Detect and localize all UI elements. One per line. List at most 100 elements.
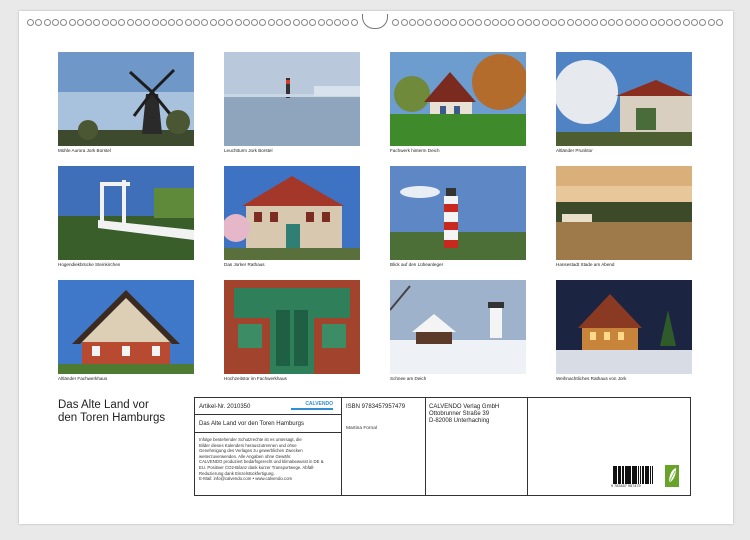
binding-hole (267, 19, 275, 26)
binding-hole (110, 19, 117, 26)
binding-hole (549, 19, 557, 26)
photo-stade-evening (556, 166, 692, 260)
binding-hole (483, 19, 491, 26)
product-title: Das Alte Land vor den Toren Hamburgs (199, 421, 304, 427)
binding-hole (433, 19, 441, 26)
binding-hole (350, 19, 358, 26)
photo-lighthouse-water (224, 52, 360, 146)
binding-hole (300, 19, 308, 26)
divider (195, 432, 341, 433)
barcode-bar (618, 466, 621, 484)
binding-hole (541, 19, 549, 26)
photo-caption: Altländer Prunktor (556, 148, 593, 153)
binding-hole (566, 19, 574, 26)
barcode-number: 9 783457 957479 (611, 484, 641, 488)
binding-hole (276, 19, 283, 26)
photo-christmas-town-hall (556, 280, 692, 374)
binding-hole (317, 19, 325, 26)
binding-hole (68, 19, 76, 26)
binding-hole (76, 19, 84, 26)
article-number: Artikel-Nr. 2010350 (199, 404, 251, 410)
binding-hole (608, 19, 615, 26)
product-info-panel: Artikel-Nr. 2010350 CALVENDO ... Das Alt… (194, 397, 691, 496)
disclaimer-line: E-Mail: info@calvendo.com • www.calvendo… (199, 476, 293, 482)
binding-hole (458, 19, 466, 26)
binding-hole (292, 19, 300, 26)
logo-brand: CALVENDO (305, 401, 333, 407)
photo-caption: Mühle Aurora Jork Borstel (58, 148, 111, 153)
binding-hole (691, 19, 698, 26)
photo-caption: Altländer Fachwerkhaus (58, 376, 108, 381)
binding-hole (466, 19, 474, 26)
barcode-bar (629, 466, 631, 484)
divider (527, 398, 528, 495)
publisher-line: Ottobrunner Straße 39 (429, 411, 490, 417)
photo-caption: Fachwerk hinterm Deich (390, 148, 440, 153)
binding-hole (525, 19, 532, 26)
disclaimer-line: EU. Positiver CO2-Bilanz dank kurzer Tra… (199, 464, 315, 470)
binding-hole (217, 19, 225, 26)
binding-hole (408, 19, 416, 26)
barcode-bar (651, 466, 653, 484)
divider (425, 398, 426, 495)
divider (195, 414, 341, 415)
photo-caption: Leuchtturm Jork Borstel (224, 148, 273, 153)
author: Martina Fornal (346, 426, 377, 431)
binding-hole (715, 19, 723, 26)
barcode-bar (642, 466, 644, 484)
binding-hole (624, 19, 632, 26)
disclaimer: Infolge bestehender Schutzrechte ist es … (199, 437, 324, 482)
binding-hole (707, 19, 715, 26)
calendar-title: Das Alte Land vor den Toren Hamburgs (58, 399, 165, 425)
photo-gate (556, 52, 692, 146)
binding-hole (234, 19, 242, 26)
binding-hole (193, 19, 200, 26)
binding-hole (442, 19, 449, 26)
binding-hole (126, 19, 134, 26)
barcode (613, 466, 653, 484)
photo-caption: Hogendiekbrücke Steinkirchen (58, 262, 121, 267)
binding-hole (242, 19, 250, 26)
binding-hole (400, 19, 408, 26)
binding-hole (51, 19, 59, 26)
photo-caption: Weihnachtliches Rathaus von Jork (556, 376, 627, 381)
photo-caption: Hansestadt Stade am Abend (556, 262, 615, 267)
barcode-bar (622, 466, 624, 484)
binding-hole (632, 19, 640, 26)
binding-hole (657, 19, 665, 26)
photo-caption: Das Jorker Rathaus (224, 262, 265, 267)
binding-hole (184, 19, 192, 26)
binding-hole (151, 19, 159, 26)
photo-timber-house-dike (390, 52, 526, 146)
photo-town-hall (224, 166, 360, 260)
binding-hole (491, 19, 499, 26)
barcode-bar (649, 466, 651, 484)
binding-hole (209, 19, 217, 26)
binding-hole (101, 19, 109, 26)
photo-lighthouse-red-white (390, 166, 526, 260)
binding-hole (159, 19, 167, 26)
binding-hole (682, 19, 690, 26)
binding-hole (27, 19, 34, 26)
photo-caption: Blick auf den Lüheanleger (390, 262, 444, 267)
calendar-title-line-1: Das Alte Land vor (58, 399, 149, 411)
binding-hole (574, 19, 582, 26)
binding-hole (325, 19, 333, 26)
binding-hole (43, 19, 51, 26)
isbn: ISBN 9783457957479 (346, 404, 406, 410)
binding-hole (134, 19, 142, 26)
photo-windmill (58, 52, 194, 146)
photo-caption: Schnee am Deich (390, 376, 427, 381)
photo-snow-dike (390, 280, 526, 374)
publisher-line: D-82008 Unterhaching (429, 418, 490, 424)
binding-hole (516, 19, 524, 26)
photo-timber-house (58, 280, 194, 374)
divider (341, 398, 342, 495)
photo-caption: Hochzeitstür im Fachwerkhaus (224, 376, 287, 381)
binding-hole (599, 19, 607, 26)
calendar-title-line-2: den Toren Hamburgs (58, 412, 166, 424)
publisher-address: CALVENDO Verlag GmbH Ottobrunner Straße … (429, 404, 499, 425)
publisher-line: CALVENDO Verlag GmbH (429, 404, 500, 410)
photo-wedding-door (224, 280, 360, 374)
calvendo-logo: CALVENDO ... (291, 401, 333, 414)
